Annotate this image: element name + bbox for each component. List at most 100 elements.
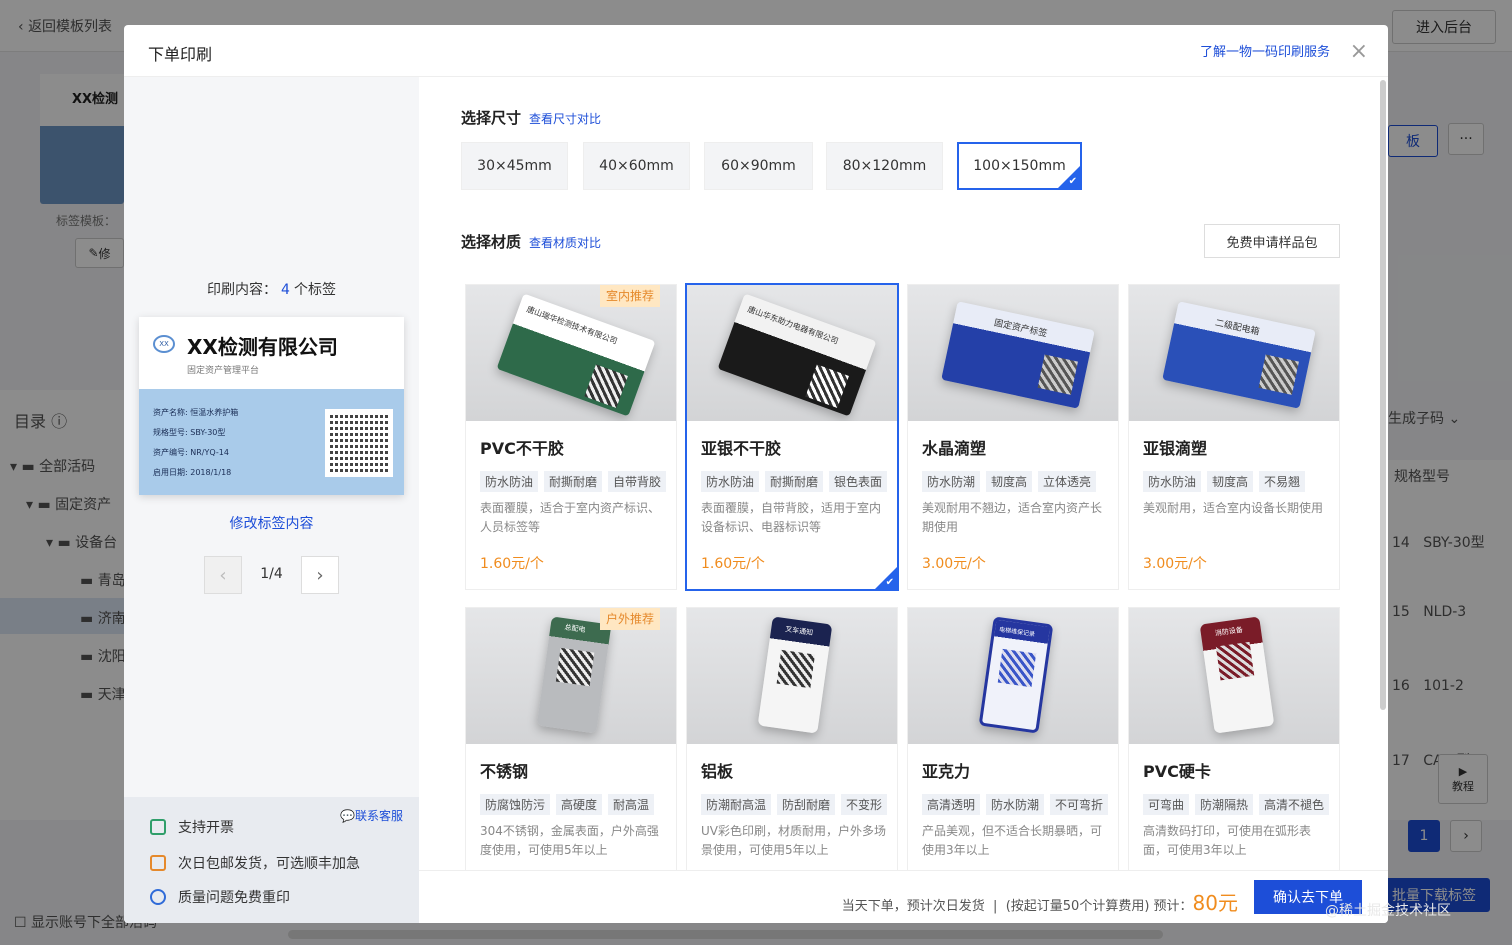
edit-label-link[interactable]: 修改标签内容 xyxy=(124,513,419,533)
modal-scrollbar[interactable] xyxy=(1380,80,1386,710)
preview-pager: ‹ 1/4 › xyxy=(204,556,339,594)
material-tag: 高清不褪色 xyxy=(1259,794,1330,815)
shipping-icon xyxy=(150,855,166,871)
material-tag: 不可弯折 xyxy=(1050,794,1109,815)
material-image: 二级配电箱 xyxy=(1129,285,1339,421)
material-card-crystal[interactable]: 固定资产标签 水晶滴塑 防水防潮 韧度高 立体透亮 美观耐用不翘边，适合室内资产长期… xyxy=(907,284,1119,590)
material-image: 消防设备 xyxy=(1129,608,1339,744)
service-features: 💬联系客服 支持开票 次日包邮发货，可选顺丰加急 质量问题免费重印 xyxy=(124,797,419,923)
label-preview-card: XX XX检测有限公司 固定资产管理平台 资产名称: 恒温水养护箱 规格型号: … xyxy=(139,317,404,495)
outdoor-recommend-badge: 户外推荐 xyxy=(599,608,660,630)
material-compare-link[interactable]: 查看材质对比 xyxy=(529,236,601,250)
material-tag: 韧度高 xyxy=(1207,471,1254,492)
material-price: 3.00元/个 xyxy=(1143,556,1207,572)
size-compare-link[interactable]: 查看尺寸对比 xyxy=(529,112,601,126)
card-field: 资产名称: 恒温水养护箱 xyxy=(153,408,239,417)
material-desc: 304不锈钢，金属表面，户外高强度使用，可使用5年以上 xyxy=(480,824,659,857)
check-icon: ✔ xyxy=(1068,176,1077,187)
indoor-recommend-badge: 室内推荐 xyxy=(599,285,660,307)
material-tag: 不易翘 xyxy=(1259,471,1306,492)
material-card-pvc[interactable]: 唐山瑞华检测技术有限公司 室内推荐 PVC不干胶 防水防油 耐撕耐磨 自带背胶 表面… xyxy=(465,284,677,590)
material-name: PVC不干胶 xyxy=(480,439,564,458)
size-option-selected[interactable]: 100×150mm ✔ xyxy=(957,142,1082,190)
material-name: PVC硬卡 xyxy=(1143,762,1211,781)
material-section-title: 选择材质 查看材质对比 xyxy=(461,233,602,251)
material-tag: 高清透明 xyxy=(922,794,981,815)
material-price: 1.60元/个 xyxy=(701,556,765,572)
card-field: 启用日期: 2018/1/18 xyxy=(153,468,232,477)
material-card-aluminum[interactable]: 叉车通知 铝板 防潮耐高温 防刮耐磨 不变形 UV彩色印刷，材质耐用，户外多场景使用… xyxy=(686,607,898,913)
shield-icon xyxy=(150,889,166,905)
material-name: 亚银不干胶 xyxy=(701,439,782,458)
horizontal-scrollbar[interactable] xyxy=(288,930,1163,939)
order-summary: 当天下单，预计次日发货 | (按起订量50个计算费用) 预计：80元 xyxy=(841,891,1238,915)
material-tag: 不变形 xyxy=(841,794,888,815)
material-card-steel[interactable]: 总配电 户外推荐 不锈钢 防腐蚀防污 高硬度 耐高温 304不锈钢，金属表面，户外高… xyxy=(465,607,677,913)
material-tag: 防潮隔热 xyxy=(1195,794,1254,815)
size-section-title: 选择尺寸 查看尺寸对比 xyxy=(461,109,602,127)
material-image: 电梯维保记录 xyxy=(908,608,1118,744)
order-footer: 当天下单，预计次日发货 | (按起订量50个计算费用) 预计：80元 确认去下单 xyxy=(419,870,1388,923)
material-desc: 美观耐用不翘边，适合室内资产长期使用 xyxy=(922,501,1103,534)
material-name: 亚克力 xyxy=(922,762,971,781)
contact-service-link[interactable]: 💬联系客服 xyxy=(340,807,403,824)
material-name: 亚银滴塑 xyxy=(1143,439,1208,458)
card-field: 资产编号: NR/YQ-14 xyxy=(153,448,229,457)
size-option[interactable]: 60×90mm xyxy=(704,142,813,190)
size-option[interactable]: 30×45mm xyxy=(461,142,568,190)
material-name: 铝板 xyxy=(701,762,734,781)
material-tag: 防水防潮 xyxy=(986,794,1045,815)
total-price: 80元 xyxy=(1192,891,1238,915)
size-option[interactable]: 40×60mm xyxy=(583,142,690,190)
page-indicator: 1/4 xyxy=(260,566,283,582)
material-tag: 韧度高 xyxy=(986,471,1033,492)
material-tag: 防水防油 xyxy=(1143,471,1202,492)
company-logo-icon: XX xyxy=(153,335,175,353)
print-order-modal: 下单印刷 了解一物一码印刷服务 × 印刷内容： 4 个标签 XX XX检测有限公司 … xyxy=(124,25,1388,923)
material-name: 水晶滴塑 xyxy=(922,439,987,458)
check-icon: ✔ xyxy=(885,577,894,588)
material-tag: 防水防潮 xyxy=(922,471,981,492)
material-tag: 耐撕耐磨 xyxy=(765,471,824,492)
close-icon[interactable]: × xyxy=(1350,39,1368,64)
material-tag: 高硬度 xyxy=(556,794,603,815)
material-image: 唐山华东助力电器有限公司 xyxy=(687,285,897,421)
material-price: 1.60元/个 xyxy=(480,556,544,572)
feature-reprint: 质量问题免费重印 xyxy=(150,887,290,907)
feature-shipping: 次日包邮发货，可选顺丰加急 xyxy=(150,853,360,873)
material-desc: 表面覆膜，适合于室内资产标识、人员标签等 xyxy=(480,501,661,534)
material-desc: 美观耐用，适合室内设备长期使用 xyxy=(1143,501,1324,515)
card-field: 规格型号: SBY-30型 xyxy=(153,428,226,437)
size-option[interactable]: 80×120mm xyxy=(826,142,943,190)
print-content-count: 印刷内容： 4 个标签 xyxy=(207,282,336,298)
material-tag: 银色表面 xyxy=(829,471,888,492)
prev-page-button[interactable]: ‹ xyxy=(204,556,242,594)
material-tag: 耐撕耐磨 xyxy=(544,471,603,492)
material-tag: 立体透亮 xyxy=(1038,471,1097,492)
qr-code-icon xyxy=(325,409,393,477)
preview-panel: 印刷内容： 4 个标签 XX XX检测有限公司 固定资产管理平台 资产名称: 恒温水… xyxy=(124,77,419,923)
next-preview-button[interactable]: › xyxy=(301,556,339,594)
material-tag: 防潮耐高温 xyxy=(701,794,772,815)
material-tag: 防水防油 xyxy=(701,471,760,492)
material-desc: UV彩色印刷，材质耐用，户外多场景使用，可使用5年以上 xyxy=(701,824,886,857)
material-desc: 产品美观，但不适合长期暴晒，可使用3年以上 xyxy=(922,824,1103,857)
modal-title: 下单印刷 xyxy=(148,45,213,64)
material-tag: 防水防油 xyxy=(480,471,539,492)
free-sample-button[interactable]: 免费申请样品包 xyxy=(1204,224,1340,258)
watermark: @稀土掘金技术社区 xyxy=(1325,903,1451,919)
material-desc: 高清数码打印，可使用在弧形表面，可使用3年以上 xyxy=(1143,824,1312,857)
material-card-silver-selected[interactable]: 唐山华东助力电器有限公司 亚银不干胶 防水防油 耐撕耐磨 银色表面 表面覆膜，自带背… xyxy=(685,283,899,591)
material-image: 叉车通知 xyxy=(687,608,897,744)
learn-service-link[interactable]: 了解一物一码印刷服务 xyxy=(1200,41,1330,60)
card-company: XX检测有限公司 xyxy=(187,335,338,359)
material-tag: 防刮耐磨 xyxy=(777,794,836,815)
material-tag: 自带背胶 xyxy=(608,471,667,492)
material-price: 3.00元/个 xyxy=(922,556,986,572)
material-tag: 可弯曲 xyxy=(1143,794,1190,815)
material-card-acrylic[interactable]: 电梯维保记录 亚克力 高清透明 防水防潮 不可弯折 产品美观，但不适合长期暴晒，可使… xyxy=(907,607,1119,913)
material-card-silver-epoxy[interactable]: 二级配电箱 亚银滴塑 防水防油 韧度高 不易翘 美观耐用，适合室内设备长期使用 3.… xyxy=(1128,284,1340,590)
material-tag: 防腐蚀防污 xyxy=(480,794,551,815)
material-card-pvc-hard[interactable]: 消防设备 PVC硬卡 可弯曲 防潮隔热 高清不褪色 高清数码打印，可使用在弧形表面，… xyxy=(1128,607,1340,913)
material-name: 不锈钢 xyxy=(480,762,529,781)
